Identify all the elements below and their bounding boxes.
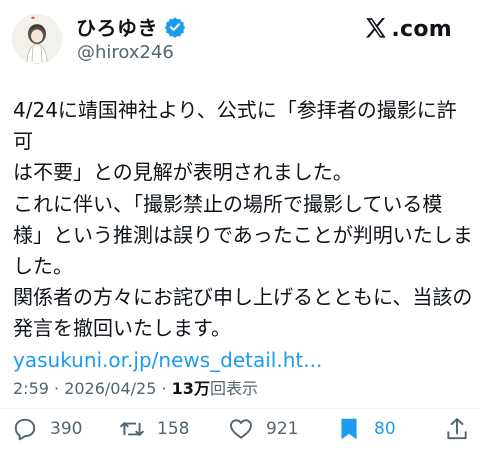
reply-icon (14, 418, 36, 441)
repost-icon (120, 422, 144, 436)
author-name-row[interactable]: ひろゆき (76, 12, 186, 41)
repost-button[interactable]: 158 (119, 416, 189, 442)
reply-count: 390 (50, 419, 83, 439)
post-paragraph: 4/24に靖国神社より、公式に「参拝者の撮影に許可 は不要」との見解が表明されま… (13, 98, 457, 185)
action-bar: 390 158 921 80 (0, 410, 480, 450)
repost-count: 158 (157, 419, 190, 439)
like-button[interactable]: 921 (228, 416, 298, 442)
reply-button[interactable]: 390 (12, 416, 82, 442)
post-link[interactable]: yasukuni.or.jp/news_detail.ht... (13, 345, 475, 376)
post-meta: 2:59 · 2026/04/25 · 13万回表示 (13, 375, 258, 399)
share-icon (447, 418, 467, 440)
post-paragraph: これに伴い、「撮影禁止の場所で撮影している模 様」という推測は誤りであったことが… (13, 191, 473, 279)
actions-divider (0, 408, 480, 409)
post-body: 4/24に靖国神社より、公式に「参拝者の撮影に許可 は不要」との見解が表明されま… (13, 95, 475, 376)
x-brand-logo: .com (363, 16, 452, 42)
author-display-name[interactable]: ひろゆき (76, 12, 158, 41)
avatar[interactable] (12, 14, 62, 64)
heart-icon (230, 419, 252, 439)
views-count[interactable]: 13万 (172, 379, 210, 398)
author-handle[interactable]: @hirox246 (77, 42, 174, 63)
brand-domain-text: .com (391, 16, 452, 42)
avatar-illustration-icon (12, 14, 62, 64)
x-logo-icon (366, 18, 387, 38)
like-count: 921 (266, 419, 299, 439)
bookmark-count: 80 (374, 419, 396, 439)
share-button[interactable] (444, 416, 470, 442)
bookmark-filled-icon (341, 418, 357, 440)
bookmark-button[interactable]: 80 (336, 416, 396, 442)
post-header: ひろゆき @hirox246 .com (0, 0, 480, 80)
post-timestamp[interactable]: 2:59 · 2026/04/25 · (13, 379, 172, 398)
verified-badge-icon (164, 16, 186, 38)
post-paragraph: 関係者の方々にお詫び申し上げるとともに、当該の 発言を撤回いたします。 (13, 285, 473, 341)
views-label: 回表示 (209, 379, 258, 398)
